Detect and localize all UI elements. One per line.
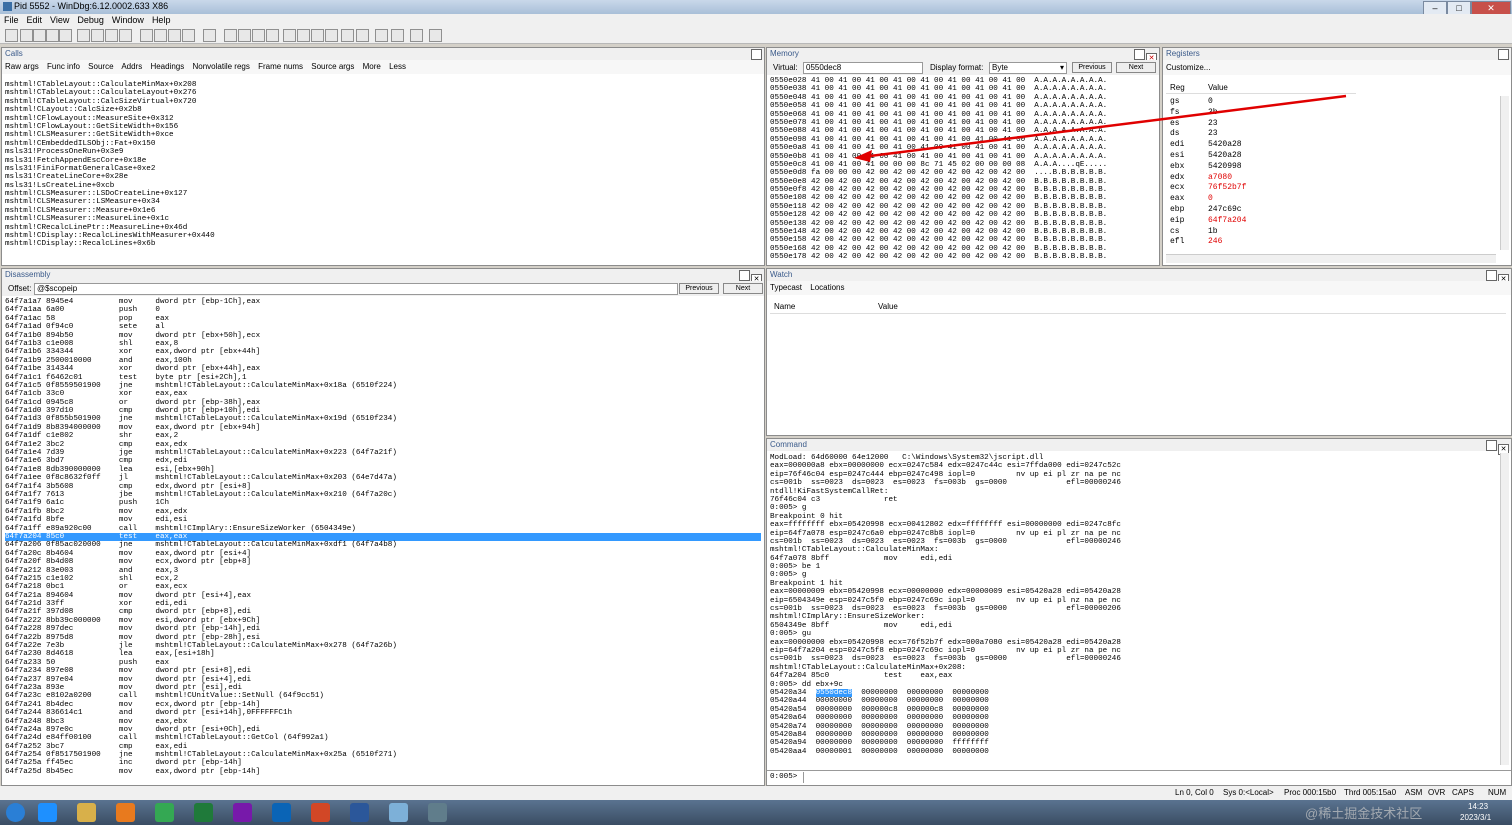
word-icon[interactable] [350, 803, 369, 822]
ie-icon[interactable] [38, 803, 57, 822]
chrome-icon[interactable] [155, 803, 174, 822]
taskbar-time: 14:23 [1468, 802, 1489, 811]
status-bar: Ln 0, Col 0 Sys 0:<Local> Proc 000:15b0 … [0, 786, 1512, 800]
status-ovr: OVR [1428, 788, 1446, 797]
annotation-arrow-line [861, 94, 1347, 159]
windbg-icon[interactable] [428, 803, 447, 822]
annotation-arrow-head [854, 150, 872, 162]
outlook-icon[interactable] [272, 803, 291, 822]
status-num: NUM [1488, 788, 1507, 797]
status-system: Sys 0:<Local> [1223, 788, 1274, 797]
explorer-icon[interactable] [77, 803, 96, 822]
media-player-icon[interactable] [116, 803, 135, 822]
taskbar-date: 2023/3/1 [1460, 813, 1492, 822]
taskbar: @稀土掘金技术社区 14:23 2023/3/1 [0, 800, 1512, 825]
watermark-text: @稀土掘金技术社区 [1305, 806, 1423, 821]
status-asm: ASM [1405, 788, 1423, 797]
status-line-col: Ln 0, Col 0 [1175, 788, 1214, 797]
excel-icon[interactable] [194, 803, 213, 822]
powerpoint-icon[interactable] [311, 803, 330, 822]
start-orb-icon[interactable] [6, 803, 25, 822]
notepad-icon[interactable] [389, 803, 408, 822]
status-thread: Thrd 005:15a0 [1344, 788, 1397, 797]
annotation-arrow-overlay [854, 94, 1347, 162]
onenote-icon[interactable] [233, 803, 252, 822]
status-process: Proc 000:15b0 [1284, 788, 1337, 797]
status-caps: CAPS [1452, 788, 1474, 797]
